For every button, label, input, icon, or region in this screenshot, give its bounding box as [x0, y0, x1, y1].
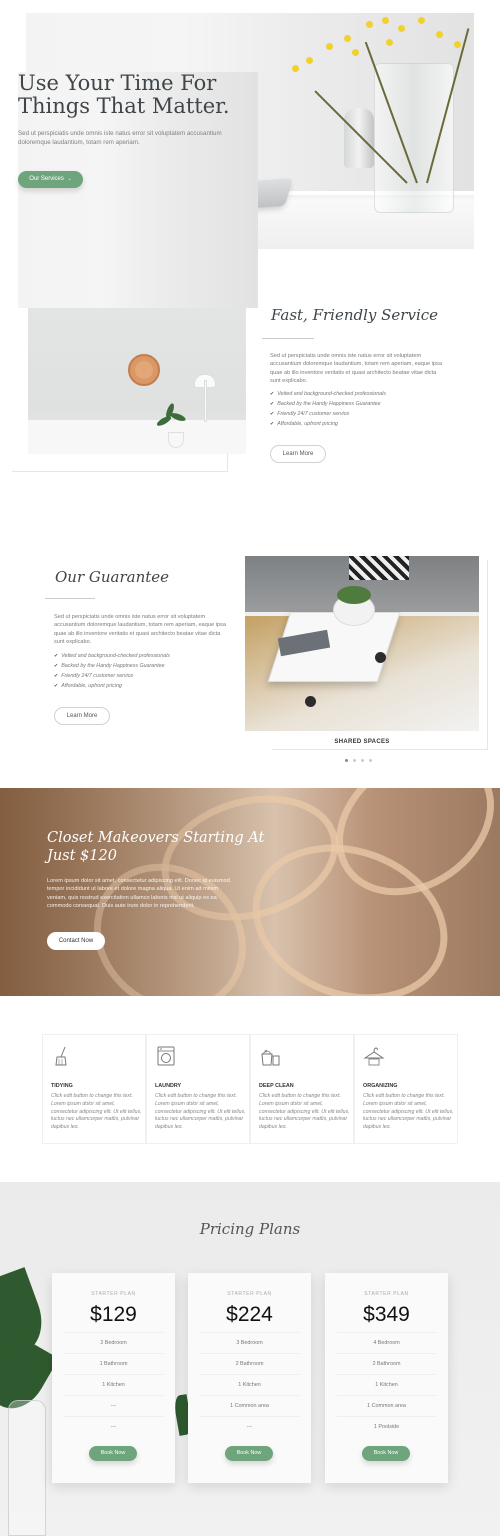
service-name: LAUNDRY	[155, 1083, 182, 1089]
hero-metal-vase	[344, 108, 374, 168]
fast-service-text: Sed ut perspiciatis unde omnis iste natu…	[270, 353, 442, 384]
divider	[262, 338, 314, 339]
plan-feature: 2 Bedroom	[64, 1332, 163, 1353]
plan-feature: 1 Kitchen	[64, 1374, 163, 1395]
pricing-title: Pricing Plans	[199, 1220, 301, 1238]
washing-machine-icon	[157, 1046, 175, 1066]
service-card-laundry: LAUNDRY Click edit button to change this…	[146, 1034, 250, 1144]
hero-text: Sed ut perspiciatis unde omnis iste natu…	[18, 130, 222, 146]
pricing-card: STARTER PLAN $224 3 Bedroom 2 Bathroom 1…	[188, 1273, 311, 1483]
fast-service-title: Fast, Friendly Service	[271, 306, 439, 324]
cleaning-bucket-icon	[261, 1049, 280, 1066]
book-now-button[interactable]: Book Now	[89, 1446, 137, 1461]
pricing-card: STARTER PLAN $129 2 Bedroom 1 Bathroom 1…	[52, 1273, 175, 1483]
guarantee-list: Vetted and background-checked profession…	[54, 651, 170, 691]
our-services-button[interactable]: Our Services ⌄	[18, 171, 83, 188]
service-desc: Click edit button to change this text. L…	[259, 1093, 350, 1131]
plan-feature: ---	[200, 1416, 299, 1437]
slider-dots	[345, 759, 372, 762]
plan-feature: 2 Bathroom	[337, 1353, 436, 1374]
broom-icon	[55, 1046, 67, 1066]
list-item: Affordable, upfront pricing	[54, 681, 170, 691]
service-name: DEEP CLEAN	[259, 1083, 294, 1089]
service-desc: Click edit button to change this text. L…	[363, 1093, 454, 1131]
learn-more-button-2[interactable]: Learn More	[54, 707, 110, 725]
slider-dot[interactable]	[353, 759, 356, 762]
plan-feature: ---	[64, 1395, 163, 1416]
plan-feature: 3 Bedroom	[200, 1332, 299, 1353]
contact-now-button[interactable]: Contact Now	[47, 932, 105, 950]
service-card-organizing: ORGANIZING Click edit button to change t…	[354, 1034, 458, 1144]
hero-glass-vase	[374, 63, 454, 213]
plan-feature: 1 Common area	[200, 1395, 299, 1416]
service-name: ORGANIZING	[363, 1083, 398, 1089]
fast-service-list: Vetted and background-checked profession…	[270, 389, 386, 429]
service-desc: Click edit button to change this text. L…	[51, 1093, 142, 1131]
hero-title: Use Your Time For Things That Matter.	[18, 72, 258, 308]
clock-decor	[128, 354, 160, 386]
service-desc: Click edit button to change this text. L…	[155, 1093, 246, 1131]
plan-price: $349	[363, 1303, 410, 1326]
learn-more-button[interactable]: Learn More	[270, 445, 326, 463]
plan-feature: 1 Common area	[337, 1395, 436, 1416]
chevron-down-icon: ⌄	[67, 176, 72, 182]
divider	[45, 598, 95, 599]
plan-feature: ---	[64, 1416, 163, 1437]
plan-price: $129	[90, 1303, 137, 1326]
plan-label: STARTER PLAN	[91, 1291, 136, 1297]
list-item: Friendly 24/7 customer service	[54, 671, 170, 681]
slider-dot[interactable]	[361, 759, 364, 762]
plan-price: $224	[226, 1303, 273, 1326]
list-item: Backed by the Handy Happiness Guarantee	[54, 661, 170, 671]
service-card-deep-clean: DEEP CLEAN Click edit button to change t…	[250, 1034, 354, 1144]
plan-feature: 1 Poolside	[337, 1416, 436, 1437]
slider-dot[interactable]	[369, 759, 372, 762]
fast-service-image	[28, 308, 246, 454]
book-now-button[interactable]: Book Now	[225, 1446, 273, 1461]
service-card-tidying: TIDYING Click edit button to change this…	[42, 1034, 146, 1144]
slider-dot[interactable]	[345, 759, 348, 762]
plan-feature: 1 Bathroom	[64, 1353, 163, 1374]
glass-vase-decor	[8, 1400, 46, 1536]
slide-caption: SHARED SPACES	[334, 739, 390, 745]
hanger-icon	[363, 1047, 385, 1066]
list-item: Friendly 24/7 customer service	[270, 409, 386, 419]
plan-feature: 1 Kitchen	[200, 1374, 299, 1395]
plan-label: STARTER PLAN	[364, 1291, 409, 1297]
service-name: TIDYING	[51, 1083, 73, 1089]
list-item: Vetted and background-checked profession…	[270, 389, 386, 399]
pricing-card: STARTER PLAN $349 4 Bedroom 2 Bathroom 1…	[325, 1273, 448, 1483]
closet-text: Lorem ipsum dolor sit amet, consectetur …	[47, 878, 230, 909]
our-services-label: Our Services	[29, 176, 64, 182]
list-item: Backed by the Handy Happiness Guarantee	[270, 399, 386, 409]
book-now-button[interactable]: Book Now	[362, 1446, 410, 1461]
list-item: Vetted and background-checked profession…	[54, 651, 170, 661]
page: Use Your Time For Things That Matter. Se…	[0, 0, 500, 1536]
plan-label: STARTER PLAN	[227, 1291, 272, 1297]
closet-title: Closet Makeovers Starting At Just $120	[47, 830, 265, 864]
plan-feature: 4 Bedroom	[337, 1332, 436, 1353]
guarantee-title: Our Guarantee	[55, 568, 170, 586]
plan-feature: 2 Bathroom	[200, 1353, 299, 1374]
list-item: Affordable, upfront pricing	[270, 419, 386, 429]
shared-spaces-image[interactable]	[245, 556, 479, 731]
guarantee-text: Sed ut perspiciatis unde omnis iste natu…	[54, 614, 226, 645]
plan-feature: 1 Kitchen	[337, 1374, 436, 1395]
